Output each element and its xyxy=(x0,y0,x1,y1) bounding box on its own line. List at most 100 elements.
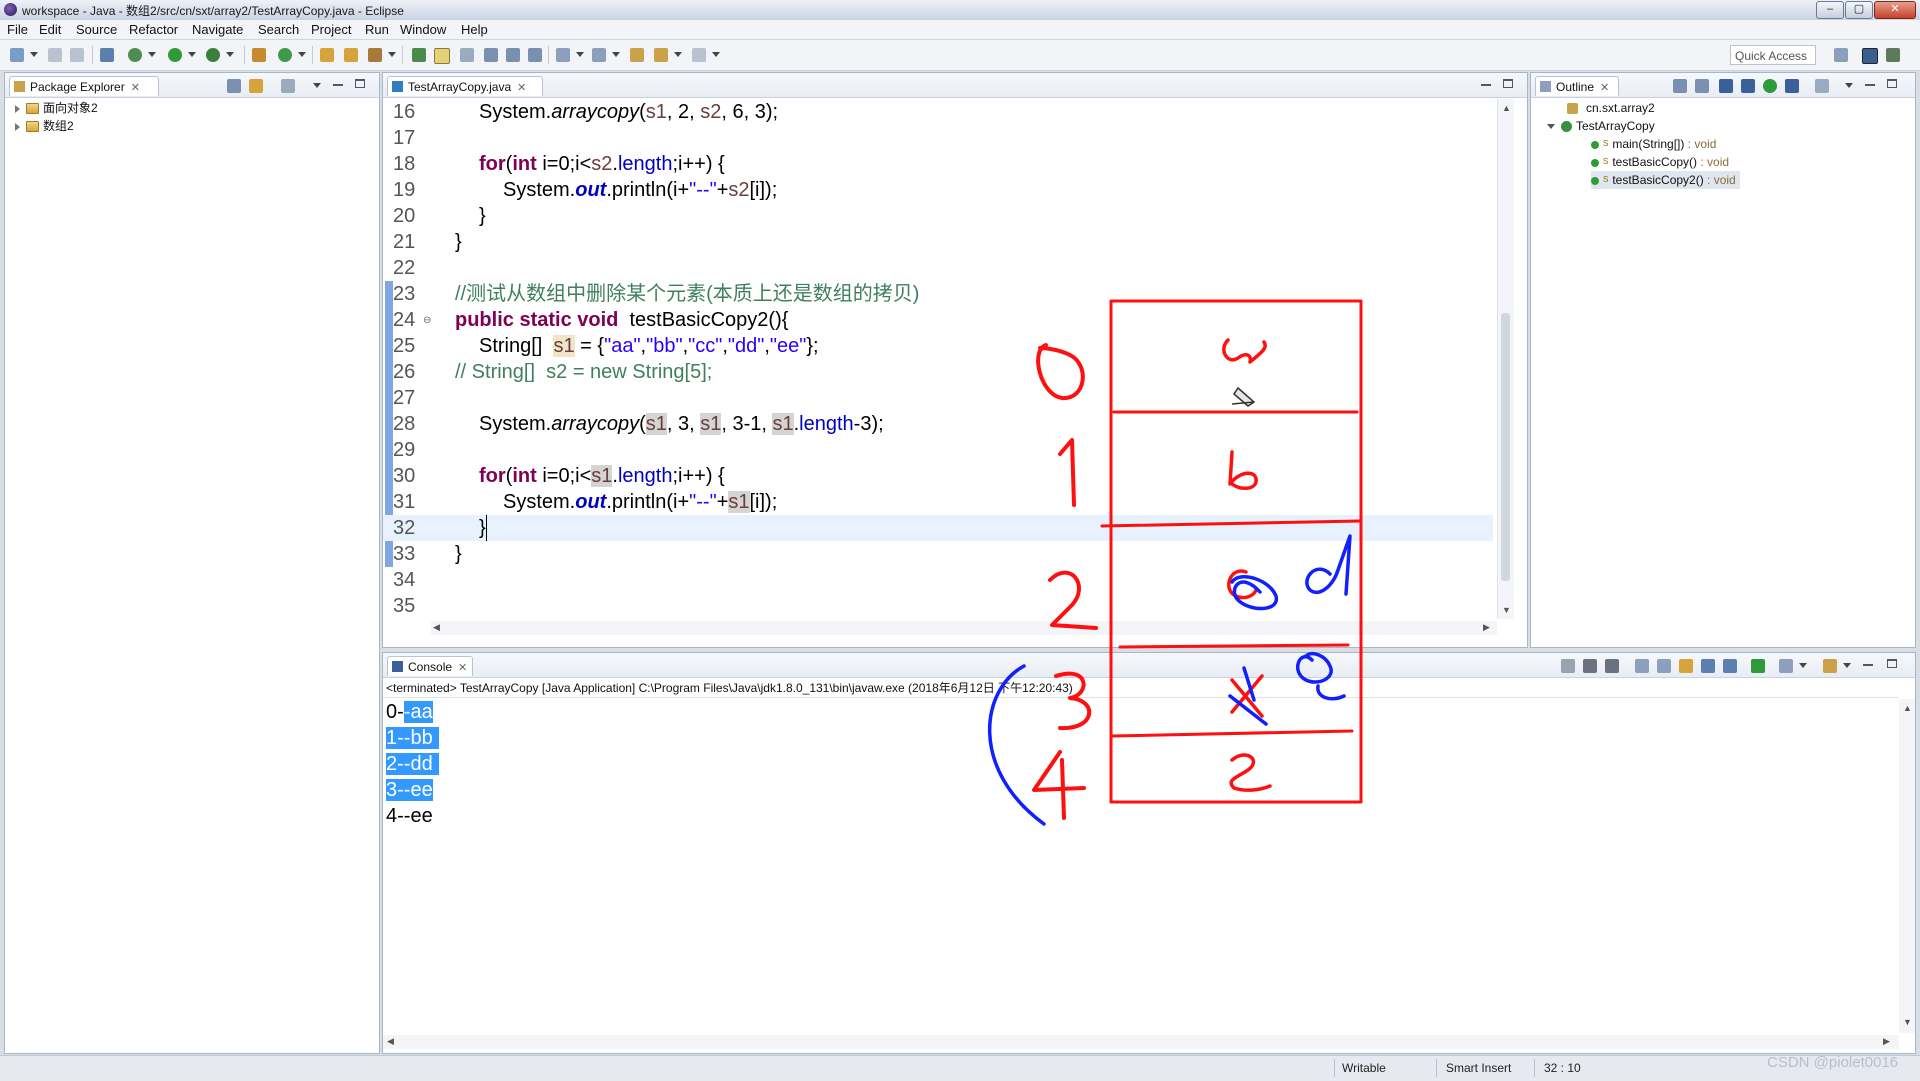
focus-icon[interactable] xyxy=(281,79,295,93)
forward-dropdown-icon[interactable] xyxy=(712,52,720,57)
scroll-left-icon[interactable]: ◀ xyxy=(433,622,440,633)
menu-refactor[interactable]: Refactor xyxy=(129,22,178,37)
open-task-icon[interactable] xyxy=(344,48,358,62)
minimize-view-icon[interactable] xyxy=(1865,84,1875,86)
back-dropdown-icon[interactable] xyxy=(674,52,682,57)
outline-class[interactable]: TestArrayCopy xyxy=(1547,117,1655,135)
scrollbar-thumb[interactable] xyxy=(1501,313,1510,581)
mark-occurrences-icon[interactable] xyxy=(434,48,450,64)
coverage-icon[interactable] xyxy=(206,48,220,62)
show-on-stdout-icon[interactable] xyxy=(1701,659,1715,673)
open-type-icon[interactable] xyxy=(320,48,334,62)
expand-arrow-icon[interactable] xyxy=(15,104,20,113)
next-annotation-dropdown-icon[interactable] xyxy=(576,52,584,57)
menu-file[interactable]: File xyxy=(7,22,28,37)
previous-annotation-dropdown-icon[interactable] xyxy=(612,52,620,57)
view-menu-icon[interactable] xyxy=(1845,83,1853,88)
open-console-icon[interactable] xyxy=(1823,659,1837,673)
show-on-stderr-icon[interactable] xyxy=(1723,659,1737,673)
tab-package-explorer[interactable]: Package Explorer ✕ xyxy=(9,76,159,96)
save-icon[interactable] xyxy=(48,48,62,62)
remove-all-launches-icon[interactable] xyxy=(1605,659,1619,673)
menu-edit[interactable]: Edit xyxy=(39,22,61,37)
word-wrap-icon[interactable] xyxy=(484,48,498,62)
menu-source[interactable]: Source xyxy=(76,22,117,37)
java-perspective-icon[interactable] xyxy=(1862,48,1878,64)
run-icon[interactable] xyxy=(168,48,182,62)
menu-window[interactable]: Window xyxy=(400,22,446,37)
sort-icon[interactable] xyxy=(1695,79,1709,93)
new-java-project-icon[interactable] xyxy=(252,48,266,62)
display-console-dropdown-icon[interactable] xyxy=(1799,663,1807,668)
search-icon[interactable] xyxy=(368,48,382,62)
next-annotation-icon[interactable] xyxy=(556,48,570,62)
debug-icon[interactable] xyxy=(128,48,142,62)
back-icon[interactable] xyxy=(654,48,668,62)
expand-arrow-icon[interactable] xyxy=(15,122,20,131)
last-edit-icon[interactable] xyxy=(630,48,644,62)
save-all-icon[interactable] xyxy=(70,48,84,62)
clear-console-icon[interactable] xyxy=(1635,659,1649,673)
annotation-icon[interactable] xyxy=(412,48,426,62)
maximize-view-icon[interactable] xyxy=(1887,79,1897,88)
tab-console[interactable]: Console ✕ xyxy=(387,656,473,676)
minimize-view-icon[interactable] xyxy=(333,84,343,86)
scroll-up-icon[interactable]: ▲ xyxy=(1903,703,1912,713)
new-class-dropdown-icon[interactable] xyxy=(298,52,306,57)
maximize-view-icon[interactable] xyxy=(1887,659,1897,668)
maximize-view-icon[interactable] xyxy=(355,79,365,88)
minimize-button[interactable]: – xyxy=(1816,1,1844,19)
close-icon[interactable]: ✕ xyxy=(131,82,140,94)
scroll-right-icon[interactable]: ▶ xyxy=(1483,622,1490,633)
open-perspective-icon[interactable] xyxy=(1834,48,1848,62)
menu-search[interactable]: Search xyxy=(258,22,299,37)
focus-icon[interactable] xyxy=(1815,79,1829,93)
show-whitespace-icon[interactable] xyxy=(506,48,520,62)
hide-local-types-icon[interactable] xyxy=(1785,79,1799,93)
display-console-icon[interactable] xyxy=(1779,659,1793,673)
new-icon[interactable] xyxy=(10,48,24,62)
link-with-editor-icon[interactable] xyxy=(249,79,263,93)
scroll-up-icon[interactable]: ▲ xyxy=(1502,103,1511,113)
debug-dropdown-icon[interactable] xyxy=(148,52,156,57)
collapse-arrow-icon[interactable] xyxy=(1547,124,1555,130)
maximize-view-icon[interactable] xyxy=(1503,79,1513,88)
editor-vertical-scrollbar[interactable]: ▲ ▼ xyxy=(1497,99,1514,619)
outline-method-selected[interactable]: StestBasicCopy2() : void xyxy=(1591,171,1740,189)
open-console-dropdown-icon[interactable] xyxy=(1843,663,1851,668)
tab-testarraycopy-java[interactable]: TestArrayCopy.java ✕ xyxy=(387,76,543,96)
remove-launch-icon[interactable] xyxy=(1583,659,1597,673)
code-area[interactable]: 16 System.arraycopy(s1, 2, s2, 6, 3); 17… xyxy=(383,99,1493,619)
pilcrow-icon[interactable] xyxy=(528,48,542,62)
collapse-all-icon[interactable] xyxy=(1673,79,1687,93)
coverage-dropdown-icon[interactable] xyxy=(226,52,234,57)
hide-non-public-icon[interactable] xyxy=(1763,79,1777,93)
search-dropdown-icon[interactable] xyxy=(388,52,396,57)
hide-static-icon[interactable] xyxy=(1741,79,1755,93)
hide-fields-icon[interactable] xyxy=(1719,79,1733,93)
scroll-left-icon[interactable]: ◀ xyxy=(387,1036,394,1047)
outline-method[interactable]: StestBasicCopy() : void xyxy=(1591,153,1729,171)
console-vertical-scrollbar[interactable]: ▲ ▼ xyxy=(1899,699,1915,1033)
menu-help[interactable]: Help xyxy=(461,22,488,37)
skip-breakpoints-icon[interactable] xyxy=(100,48,114,62)
quick-access-field[interactable]: Quick Access xyxy=(1730,45,1816,65)
console-horizontal-scrollbar[interactable]: ◀ ▶ xyxy=(383,1035,1899,1049)
fold-toggle-icon[interactable]: ⊖ xyxy=(423,315,431,326)
previous-annotation-icon[interactable] xyxy=(592,48,606,62)
close-icon[interactable]: ✕ xyxy=(517,82,526,94)
menu-navigate[interactable]: Navigate xyxy=(192,22,243,37)
outline-package[interactable]: cn.sxt.array2 xyxy=(1567,99,1655,117)
forward-icon[interactable] xyxy=(692,48,706,62)
block-selection-icon[interactable] xyxy=(460,48,474,62)
new-class-icon[interactable] xyxy=(278,48,292,62)
pin-console-icon[interactable] xyxy=(1751,659,1765,673)
word-wrap-icon[interactable] xyxy=(1679,659,1693,673)
minimize-view-icon[interactable] xyxy=(1863,664,1873,666)
minimize-view-icon[interactable] xyxy=(1481,84,1491,86)
terminate-icon[interactable] xyxy=(1561,659,1575,673)
console-output[interactable]: 0--aa 1--bb 2--dd 3--ee 4--ee xyxy=(383,699,1893,1029)
scroll-lock-icon[interactable] xyxy=(1657,659,1671,673)
menu-project[interactable]: Project xyxy=(311,22,351,37)
tree-item-project[interactable]: 数组2 xyxy=(15,117,74,135)
